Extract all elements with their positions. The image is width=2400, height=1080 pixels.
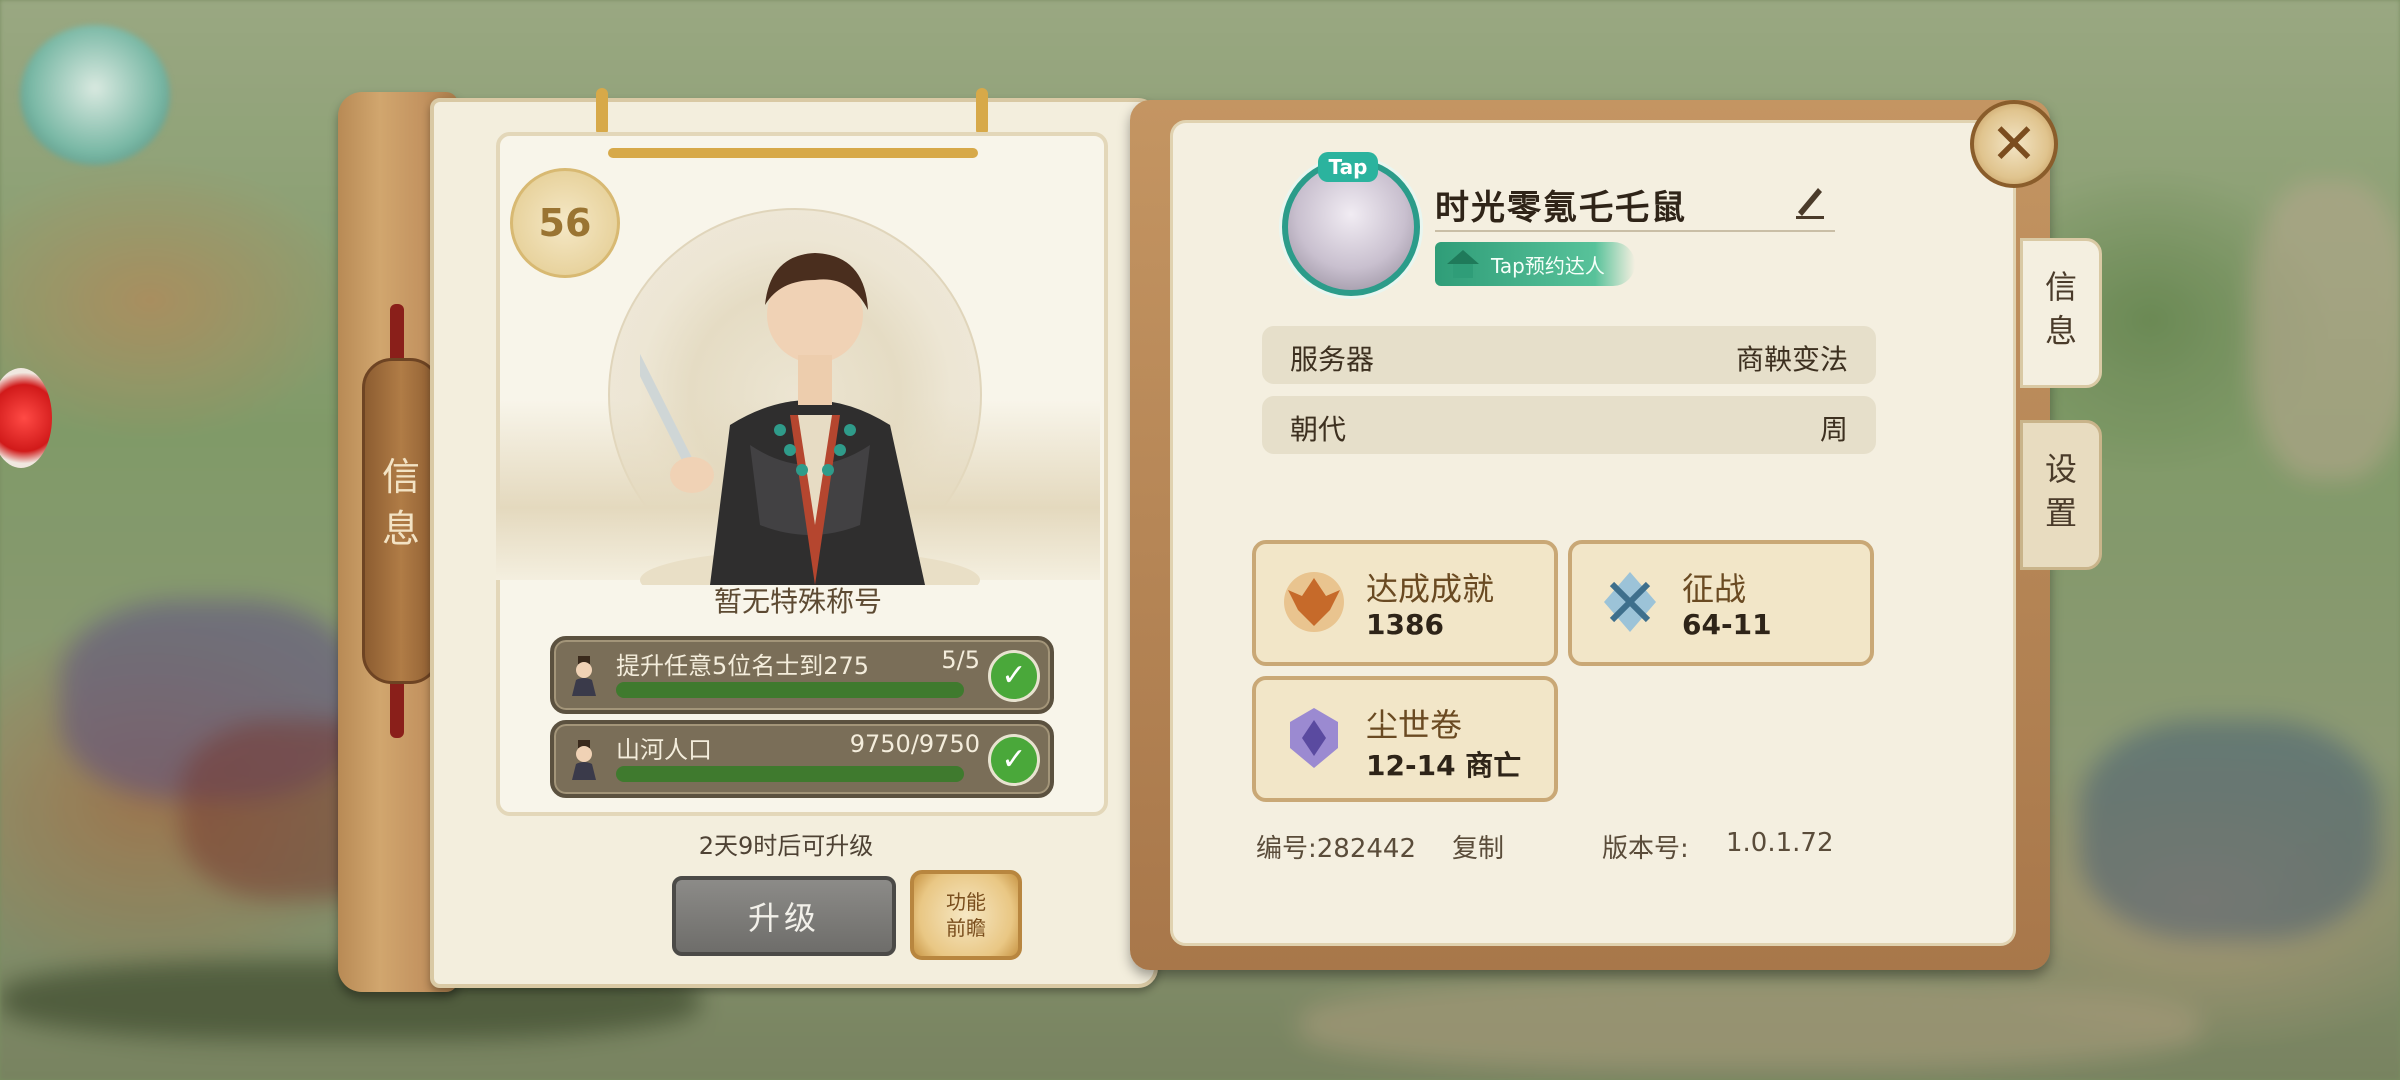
- close-button[interactable]: ✕: [1970, 100, 2058, 188]
- spine-tab-char: 信: [381, 455, 420, 499]
- info-row-dynasty: 朝代 周: [1262, 396, 1876, 454]
- quest-progress-bar: [616, 766, 964, 782]
- preview-label: 前瞻: [946, 916, 986, 940]
- check-icon: ✓: [988, 650, 1040, 702]
- quest-progress-bar: [616, 682, 964, 698]
- tab-info[interactable]: 信 息: [2020, 238, 2102, 388]
- feature-preview-button[interactable]: 功能 前瞻: [910, 870, 1022, 960]
- stat-world-scroll[interactable]: 尘世卷 12-14 商亡: [1252, 676, 1558, 802]
- preview-label: 功能: [946, 890, 986, 914]
- spine-tab-char: 息: [381, 507, 420, 551]
- scholar-icon: [572, 656, 596, 696]
- tap-reservation-badge: Tap预约达人: [1435, 242, 1635, 286]
- stat-label: 尘世卷: [1366, 706, 1463, 744]
- upgrade-button[interactable]: 升级: [672, 876, 896, 956]
- scholar-icon: [572, 740, 596, 780]
- spine-tab-info[interactable]: 信 息: [362, 358, 440, 684]
- info-value: 周: [1819, 413, 1848, 446]
- info-key: 服务器: [1290, 343, 1375, 376]
- name-underline: [1435, 230, 1835, 232]
- info-key: 朝代: [1290, 413, 1347, 446]
- hanging-hook: [976, 88, 988, 136]
- phoenix-emblem-icon: [1284, 572, 1344, 632]
- crossed-swords-icon: [1604, 572, 1656, 632]
- tab-char: 息: [2044, 312, 2077, 350]
- hanging-hook: [596, 88, 608, 136]
- info-value: 商鞅变法: [1735, 343, 1848, 376]
- stat-value: 12-14 商亡: [1366, 749, 1522, 782]
- quest-row: 山河人口 9750/9750 ✓: [550, 720, 1054, 798]
- quest-progress-text: 5/5: [941, 646, 980, 674]
- quest-label: 山河人口: [616, 736, 712, 764]
- stat-achievements[interactable]: 达成成就 1386: [1252, 540, 1558, 666]
- quest-row: 提升任意5位名士到275 5/5 ✓: [550, 636, 1054, 714]
- close-icon: ✕: [1990, 111, 2038, 177]
- stat-campaign[interactable]: 征战 64-11: [1568, 540, 1874, 666]
- side-avatar[interactable]: [20, 25, 170, 165]
- stat-label: 达成成就: [1366, 570, 1495, 608]
- check-icon: ✓: [988, 734, 1040, 786]
- hero-portrait: [640, 253, 980, 585]
- pavilion-icon: [1447, 250, 1479, 278]
- copy-button[interactable]: 复制: [1452, 828, 1504, 865]
- special-title: 暂无特殊称号: [713, 585, 882, 618]
- stat-label: 征战: [1682, 570, 1747, 608]
- tab-char: 设: [2044, 450, 2077, 488]
- player-name: 时光零氪乇乇鼠: [1435, 188, 1687, 228]
- stat-value: 1386: [1366, 608, 1444, 641]
- level-badge: 56: [510, 168, 620, 278]
- stat-value: 64-11: [1682, 608, 1772, 641]
- tab-settings[interactable]: 设 置: [2020, 420, 2102, 570]
- info-row-server: 服务器 商鞅变法: [1262, 326, 1876, 384]
- tab-char: 信: [2044, 268, 2077, 306]
- upgrade-countdown: 2天9时后可升级: [698, 832, 874, 860]
- card-top-rope: [608, 148, 978, 158]
- tab-char: 置: [2044, 494, 2077, 532]
- badge-text: Tap预约达人: [1491, 253, 1605, 278]
- tap-tag: Tap: [1318, 152, 1378, 182]
- purple-crest-icon: [1290, 708, 1338, 768]
- version-label: 版本号:: [1602, 834, 1689, 864]
- version-value: 1.0.1.72: [1726, 828, 1834, 858]
- edit-name-icon[interactable]: [1790, 180, 1830, 220]
- player-id: 编号:282442: [1256, 834, 1417, 864]
- quest-label: 提升任意5位名士到275: [616, 652, 870, 680]
- quest-progress-text: 9750/9750: [849, 730, 980, 758]
